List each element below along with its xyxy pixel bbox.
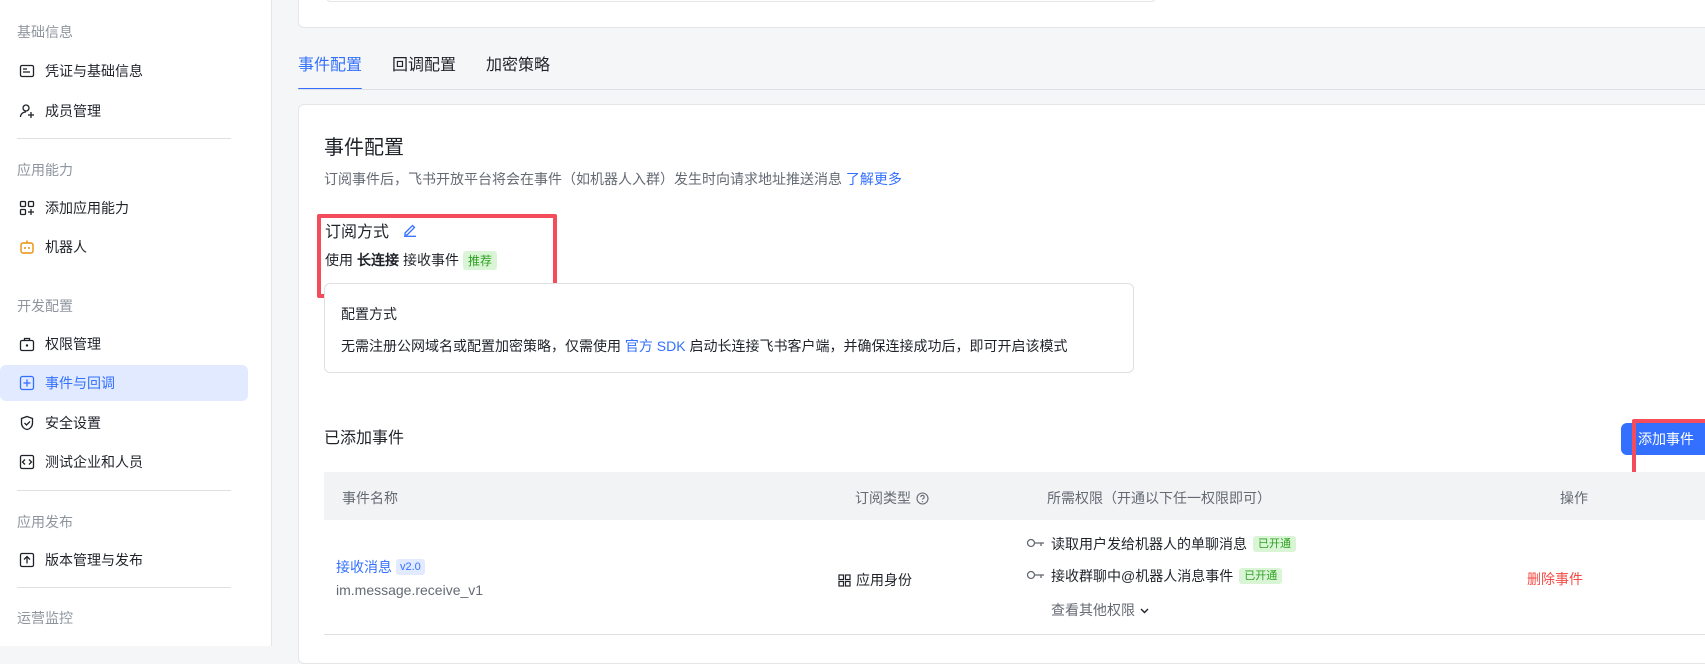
sidebar-item-release[interactable]: 版本管理与发布 <box>0 542 248 578</box>
permission-label: 读取用户发给机器人的单聊消息 <box>1051 536 1247 552</box>
code-icon <box>18 453 36 471</box>
permission-item: 接收群聊中@机器人消息事件 已开通 <box>1026 566 1283 586</box>
sidebar-item-bot[interactable]: 机器人 <box>0 229 248 265</box>
sidebar-item-events[interactable]: 事件与回调 <box>0 365 248 401</box>
group-dev: 开发配置 <box>17 298 73 314</box>
key-icon <box>1026 569 1048 584</box>
chevron-down-icon <box>1139 605 1150 616</box>
config-box <box>324 283 1134 373</box>
event-name: 接收消息 v2.0 <box>336 557 425 577</box>
permission-label: 接收群聊中@机器人消息事件 <box>1051 568 1234 584</box>
description-text: 订阅事件后，飞书开放平台将会在事件（如机器人入群）发生时向请求地址推送消息 <box>324 171 842 187</box>
shield-icon <box>18 414 36 432</box>
tab-callback-config[interactable]: 回调配置 <box>392 54 456 90</box>
event-key: im.message.receive_v1 <box>336 582 484 598</box>
group-release: 应用发布 <box>17 514 73 530</box>
header-sub-type: 订阅类型 <box>855 488 929 508</box>
top-card-inner <box>325 0 1157 2</box>
id-card-icon <box>18 62 36 80</box>
sidebar-item-label: 安全设置 <box>45 415 101 431</box>
sidebar-item-add-capability[interactable]: 添加应用能力 <box>0 190 248 226</box>
group-capability: 应用能力 <box>17 162 73 178</box>
header-sub-type-label: 订阅类型 <box>855 490 911 506</box>
sidebar-item-credentials[interactable]: 凭证与基础信息 <box>0 53 248 89</box>
config-description: 无需注册公网域名或配置加密策略，仅需使用 官方 SDK 启动长连接飞书客户端，并… <box>341 336 1067 356</box>
highlight-box-add <box>1632 419 1705 476</box>
group-basic: 基础信息 <box>17 24 73 40</box>
sidebar-item-security[interactable]: 安全设置 <box>0 405 248 441</box>
help-icon[interactable] <box>916 491 929 505</box>
grid-icon <box>838 573 851 587</box>
sidebar-item-label: 凭证与基础信息 <box>45 63 143 79</box>
sidebar-item-label: 添加应用能力 <box>45 200 129 216</box>
version-badge: v2.0 <box>396 559 425 575</box>
subscription-type: 应用身份 <box>838 570 912 590</box>
sidebar-item-label: 机器人 <box>45 239 87 255</box>
sidebar: 基础信息 凭证与基础信息 成员管理 应用能力 添加应用能力 机器人 开发配置 权… <box>0 0 272 646</box>
added-events-title: 已添加事件 <box>324 430 405 447</box>
page-title: 事件配置 <box>324 137 404 159</box>
group-monitor: 运营监控 <box>17 610 73 626</box>
config-desc-pre: 无需注册公网域名或配置加密策略，仅需使用 <box>341 338 621 354</box>
divider <box>17 490 231 491</box>
briefcase-icon <box>18 335 36 353</box>
sidebar-item-members[interactable]: 成员管理 <box>0 93 248 129</box>
view-more-permissions[interactable]: 查看其他权限 <box>1051 600 1150 620</box>
learn-more-link[interactable]: 了解更多 <box>846 171 902 187</box>
header-permissions: 所需权限（开通以下任一权限即可） <box>1047 490 1271 506</box>
sidebar-item-label: 成员管理 <box>45 103 101 119</box>
sidebar-item-label: 测试企业和人员 <box>45 454 143 470</box>
permission-item: 读取用户发给机器人的单聊消息 已开通 <box>1026 534 1296 554</box>
top-card <box>298 0 1705 28</box>
apps-add-icon <box>18 199 36 217</box>
sidebar-item-label: 版本管理与发布 <box>45 552 143 568</box>
tab-bar: 事件配置 回调配置 加密策略 <box>298 54 580 90</box>
subscription-type-label: 应用身份 <box>856 572 912 588</box>
sidebar-item-label: 权限管理 <box>45 336 101 352</box>
user-add-icon <box>18 102 36 120</box>
enabled-badge: 已开通 <box>1253 536 1296 552</box>
sdk-link[interactable]: 官方 SDK <box>625 338 686 354</box>
delete-event-button[interactable]: 删除事件 <box>1527 569 1583 589</box>
tab-encryption[interactable]: 加密策略 <box>486 54 550 90</box>
row-divider <box>324 634 1705 635</box>
divider <box>17 138 231 139</box>
sidebar-item-permissions[interactable]: 权限管理 <box>0 326 248 362</box>
upload-icon <box>18 551 36 569</box>
tab-underline <box>298 89 1705 90</box>
config-desc-post: 启动长连接飞书客户端，并确保连接成功后，即可开启该模式 <box>689 338 1068 354</box>
enabled-badge: 已开通 <box>1239 568 1283 584</box>
config-title: 配置方式 <box>341 306 397 322</box>
page-description: 订阅事件后，飞书开放平台将会在事件（如机器人入群）发生时向请求地址推送消息 了解… <box>324 169 902 189</box>
table-header <box>324 472 1705 520</box>
robot-icon <box>18 238 36 256</box>
view-more-label: 查看其他权限 <box>1051 602 1135 618</box>
header-actions: 操作 <box>1560 490 1588 506</box>
event-icon <box>18 374 36 392</box>
sidebar-item-test[interactable]: 测试企业和人员 <box>0 444 248 480</box>
key-icon <box>1026 537 1048 552</box>
tab-event-config[interactable]: 事件配置 <box>298 54 363 90</box>
divider <box>17 587 231 588</box>
header-event-name: 事件名称 <box>342 490 398 506</box>
sidebar-item-label: 事件与回调 <box>45 375 115 391</box>
event-name-link[interactable]: 接收消息 <box>336 557 392 577</box>
